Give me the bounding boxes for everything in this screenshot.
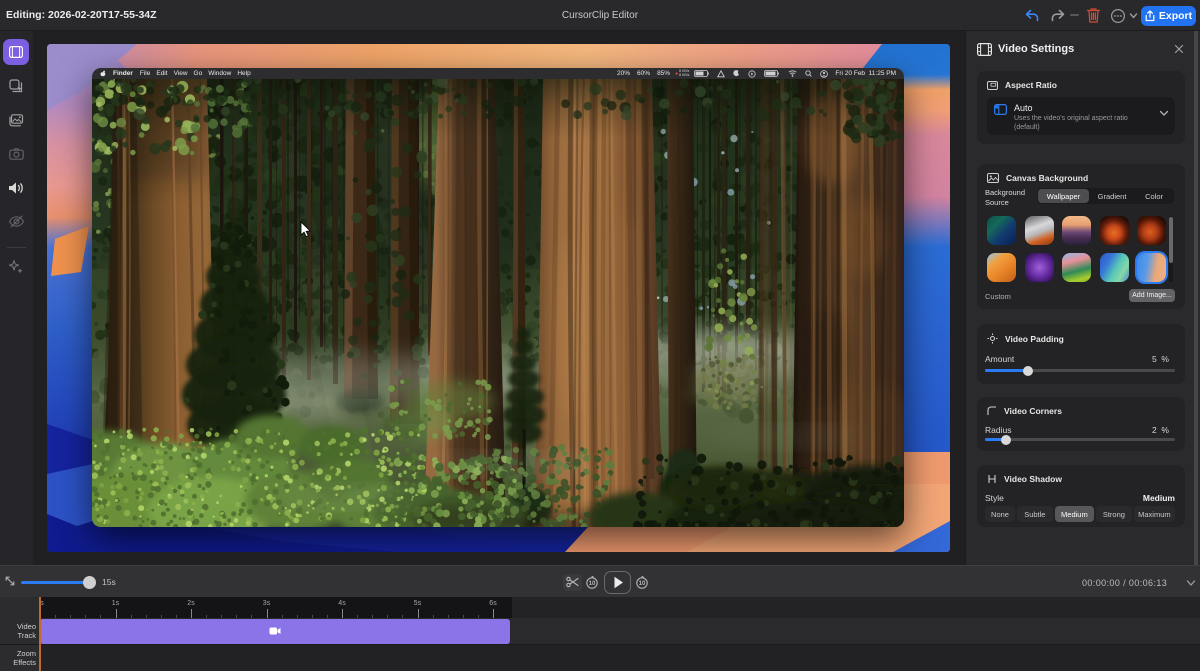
svg-text:10: 10 bbox=[639, 581, 646, 587]
svg-text:10: 10 bbox=[589, 581, 596, 587]
